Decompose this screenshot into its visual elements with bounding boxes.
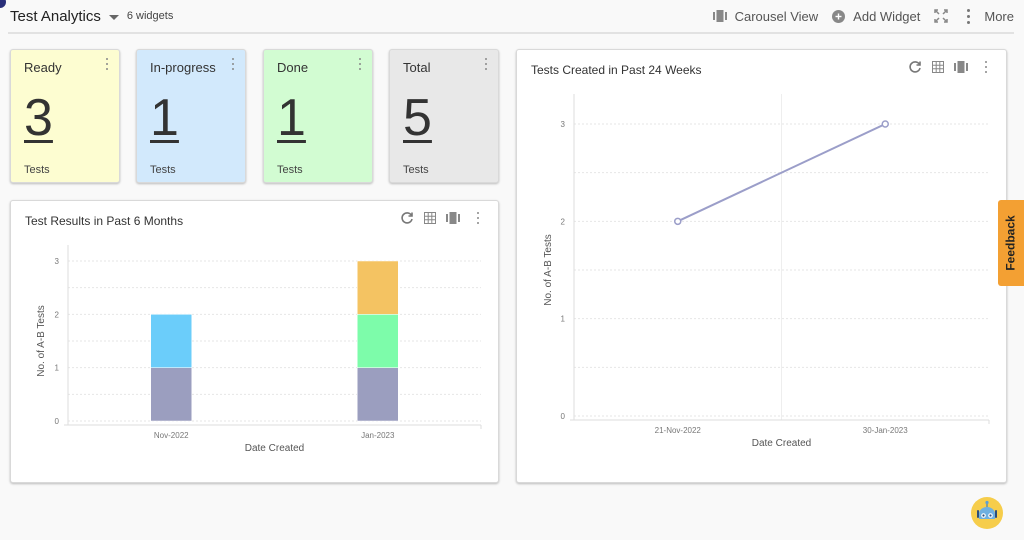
plus-circle-icon <box>832 9 846 23</box>
y-tick-label: 2 <box>55 310 60 319</box>
feedback-tab[interactable]: Feedback <box>998 200 1024 286</box>
more-button[interactable]: More <box>966 8 1014 24</box>
robot-icon <box>977 500 997 519</box>
stat-unit: Tests <box>277 164 303 176</box>
dashboard-title[interactable]: Test Analytics <box>10 8 101 25</box>
stat-unit: Tests <box>24 164 50 176</box>
bar-chart: 0 1 2 3 Nov-2022 Jan-2023 Date Created No. of A… <box>36 245 482 454</box>
toolbar: Carousel View Add Widget More <box>699 8 1014 24</box>
x-tick-label: 30-Jan-2023 <box>863 426 908 435</box>
x-axis-title: Date Created <box>245 443 304 454</box>
stat-menu-kebab-icon[interactable] <box>231 58 235 70</box>
stat-value[interactable]: 3 <box>24 88 53 148</box>
bar-segment <box>150 367 192 422</box>
bar-segment <box>150 314 192 368</box>
carousel-icon <box>712 10 727 22</box>
more-label: More <box>984 8 1014 24</box>
dashboard-dropdown-caret-icon[interactable] <box>108 14 119 20</box>
y-tick-label: 0 <box>55 417 60 426</box>
stat-label: Done <box>277 60 309 75</box>
y-axis-title: No. of A-B Tests <box>36 305 47 377</box>
stat-card-ready[interactable]: Ready 3 Tests <box>10 49 120 183</box>
y-tick-label: 3 <box>55 257 60 266</box>
x-tick-label: Nov-2022 <box>154 431 189 440</box>
stat-value[interactable]: 1 <box>150 88 179 148</box>
line-chart: 0 1 2 3 21-Nov-2022 30-Jan-2023 Date Created No… <box>543 94 990 449</box>
chatbot-button[interactable] <box>971 497 1003 529</box>
y-tick-label: 0 <box>561 412 566 421</box>
stat-menu-kebab-icon[interactable] <box>105 58 109 70</box>
fullscreen-button[interactable] <box>934 9 949 23</box>
feedback-label: Feedback <box>1004 215 1019 271</box>
carousel-view-label: Carousel View <box>734 8 819 24</box>
app-logo-dot <box>0 0 6 8</box>
stat-menu-kebab-icon[interactable] <box>484 58 488 70</box>
dashboard-header: Test Analytics 6 widgets Carousel View A… <box>8 0 1014 34</box>
x-tick-label: Jan-2023 <box>361 431 395 440</box>
add-widget-button[interactable]: Add Widget <box>832 9 920 24</box>
add-widget-label: Add Widget <box>853 8 921 24</box>
stat-label: In-progress <box>150 60 216 75</box>
stat-unit: Tests <box>150 164 176 176</box>
carousel-view-button[interactable]: Carousel View <box>712 8 819 24</box>
y-tick-label: 1 <box>561 315 566 324</box>
bar-segment <box>357 367 399 422</box>
stat-card-in-progress[interactable]: In-progress 1 Tests <box>136 49 246 183</box>
stat-value[interactable]: 5 <box>403 88 432 148</box>
widget-count: 6 widgets <box>126 10 174 22</box>
widget-tests-created: Tests Created in Past 24 Weeks 0 1 2 3 21-No… <box>516 49 1007 483</box>
x-tick-label: 21-Nov-2022 <box>655 426 702 435</box>
expand-icon <box>934 9 949 23</box>
bar-segment <box>357 314 399 368</box>
stat-menu-kebab-icon[interactable] <box>358 58 362 70</box>
y-tick-label: 2 <box>561 217 566 226</box>
stat-label: Total <box>403 60 431 75</box>
stat-card-done[interactable]: Done 1 Tests <box>263 49 373 183</box>
stat-unit: Tests <box>403 164 429 176</box>
data-point <box>881 120 889 128</box>
y-tick-label: 3 <box>561 120 566 129</box>
x-axis-title: Date Created <box>752 438 811 449</box>
bar-segment <box>357 260 399 315</box>
data-point <box>674 217 682 226</box>
more-kebab-icon <box>966 8 970 24</box>
widget-test-results: Test Results in Past 6 Months 0 1 2 3 Nov-20… <box>10 200 499 483</box>
stat-value[interactable]: 1 <box>277 88 306 148</box>
y-axis-title: No. of A-B Tests <box>543 234 554 306</box>
stat-card-total[interactable]: Total 5 Tests <box>389 49 499 183</box>
y-tick-label: 1 <box>55 364 60 373</box>
stat-label: Ready <box>24 60 62 75</box>
